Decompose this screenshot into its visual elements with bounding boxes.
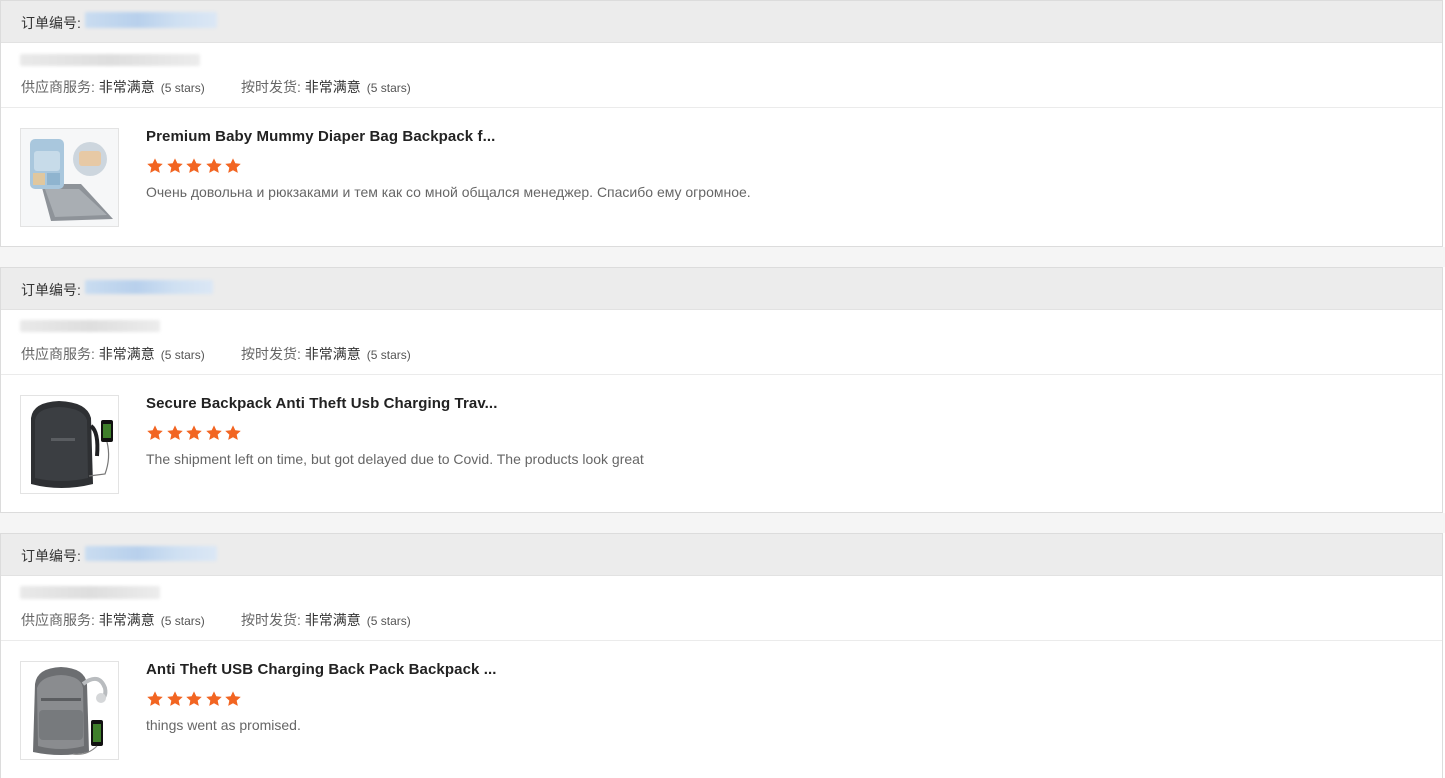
order-card: 订单编号: 供应商服务: 非常满意 (5 stars) 按时发货: 非常满意 (5 … bbox=[0, 533, 1443, 778]
product-image-gray-backpack[interactable] bbox=[20, 661, 119, 760]
star-icon bbox=[166, 691, 183, 706]
shipping-label: 按时发货: bbox=[241, 346, 301, 362]
divider bbox=[1, 640, 1442, 641]
star-rating bbox=[146, 157, 244, 175]
card-gap bbox=[0, 513, 1445, 533]
order-number-label: 订单编号: bbox=[21, 282, 81, 298]
product-title[interactable]: Premium Baby Mummy Diaper Bag Backpack f… bbox=[146, 128, 495, 145]
star-icon bbox=[205, 691, 222, 706]
star-icon bbox=[147, 158, 163, 173]
supplier-service-label: 供应商服务: bbox=[21, 79, 95, 95]
order-header: 订单编号: bbox=[1, 268, 1442, 310]
supplier-service-label: 供应商服务: bbox=[21, 346, 95, 362]
star-icon bbox=[147, 425, 163, 440]
review-comment: Очень довольна и рюкзаками и тем как со … bbox=[146, 184, 751, 200]
star-icon bbox=[225, 158, 241, 173]
supplier-service-value: 非常满意 bbox=[98, 612, 155, 628]
shipping-value: 非常满意 bbox=[304, 79, 361, 95]
star-icon bbox=[225, 425, 241, 440]
star-icon bbox=[225, 691, 241, 706]
divider bbox=[1, 107, 1442, 108]
order-card: 订单编号: 供应商服务: 非常满意 (5 stars) 按时发货: 非常满意 (5 … bbox=[0, 267, 1443, 513]
shipping-value: 非常满意 bbox=[304, 346, 361, 362]
shipping-stars: (5 stars) bbox=[366, 81, 411, 95]
shipping-label: 按时发货: bbox=[241, 79, 301, 95]
product-image-diaper-bag[interactable] bbox=[20, 128, 119, 227]
star-icon bbox=[205, 158, 222, 173]
star-icon bbox=[166, 158, 183, 173]
order-number-label: 订单编号: bbox=[21, 15, 81, 31]
divider bbox=[1, 374, 1442, 375]
star-icon bbox=[186, 691, 202, 706]
supplier-service-stars: (5 stars) bbox=[160, 614, 205, 628]
supplier-service-label: 供应商服务: bbox=[21, 612, 95, 628]
supplier-service-stars: (5 stars) bbox=[160, 81, 205, 95]
order-card: 订单编号: 供应商服务: 非常满意 (5 stars) 按时发货: 非常满意 (5 … bbox=[0, 0, 1443, 247]
card-gap bbox=[0, 247, 1445, 267]
redacted-date bbox=[20, 54, 200, 66]
star-rating bbox=[146, 690, 244, 708]
order-number-label: 订单编号: bbox=[21, 548, 81, 564]
supplier-service-value: 非常满意 bbox=[98, 346, 155, 362]
star-icon bbox=[205, 425, 222, 440]
star-icon bbox=[186, 158, 202, 173]
shipping-stars: (5 stars) bbox=[366, 614, 411, 628]
supplier-service-stars: (5 stars) bbox=[160, 348, 205, 362]
shipping-label: 按时发货: bbox=[241, 612, 301, 628]
redacted-order-number bbox=[85, 12, 217, 28]
supplier-service-value: 非常满意 bbox=[98, 79, 155, 95]
product-image-black-backpack[interactable] bbox=[20, 395, 119, 494]
star-rating bbox=[146, 424, 244, 442]
order-header: 订单编号: bbox=[1, 1, 1442, 43]
star-icon bbox=[166, 425, 183, 440]
shipping-stars: (5 stars) bbox=[366, 348, 411, 362]
star-icon bbox=[147, 691, 163, 706]
redacted-date bbox=[20, 320, 160, 332]
redacted-date bbox=[20, 586, 160, 599]
order-header: 订单编号: bbox=[1, 534, 1442, 576]
shipping-value: 非常满意 bbox=[304, 612, 361, 628]
redacted-order-number bbox=[85, 546, 217, 561]
star-icon bbox=[186, 425, 202, 440]
product-title[interactable]: Anti Theft USB Charging Back Pack Backpa… bbox=[146, 661, 497, 678]
product-title[interactable]: Secure Backpack Anti Theft Usb Charging … bbox=[146, 395, 497, 412]
redacted-order-number bbox=[85, 280, 213, 294]
review-comment: The shipment left on time, but got delay… bbox=[146, 451, 644, 467]
review-comment: things went as promised. bbox=[146, 717, 301, 733]
